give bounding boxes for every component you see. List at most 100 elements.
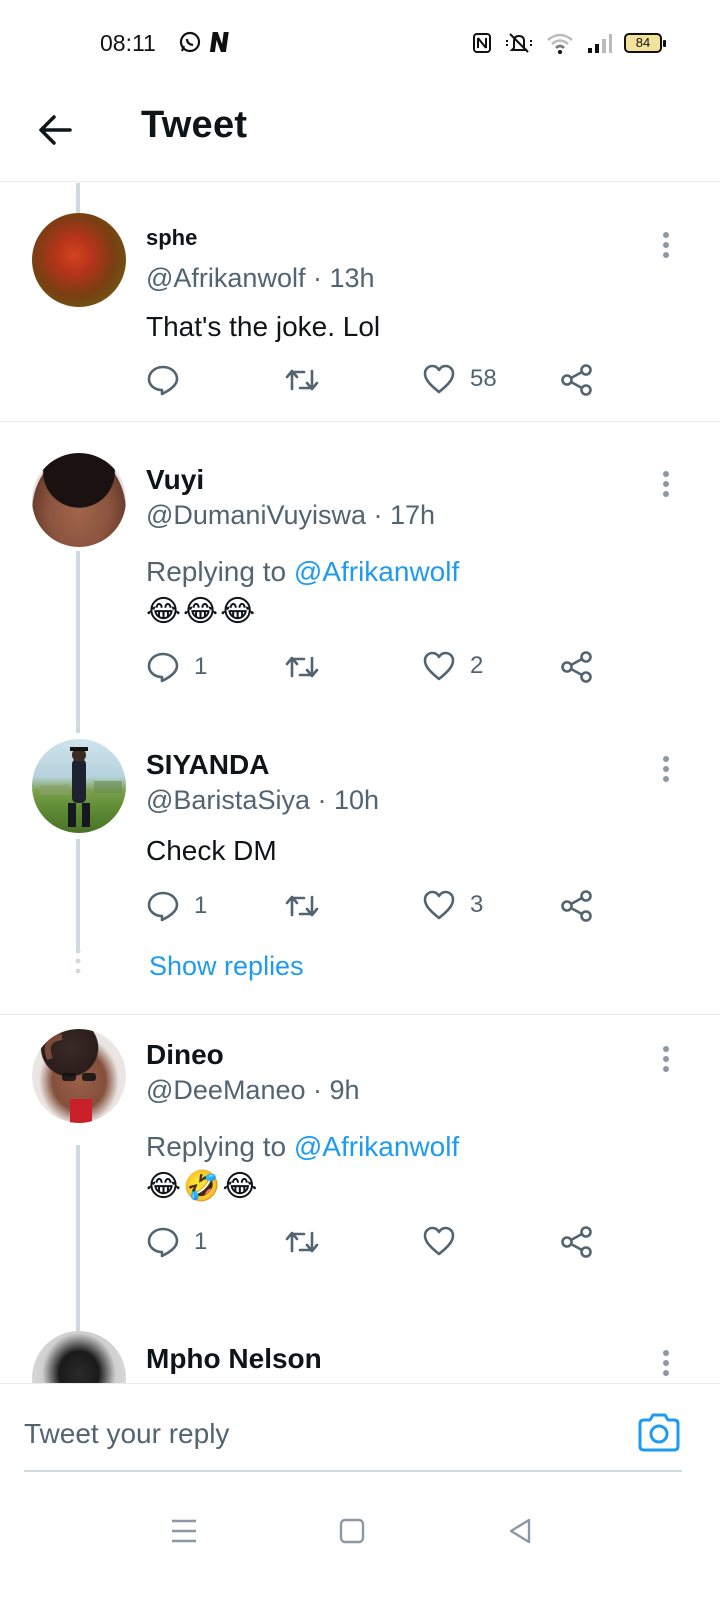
reply-input-underline xyxy=(24,1470,682,1472)
tweet-time: · 10h xyxy=(317,785,380,815)
retweet-icon xyxy=(285,656,319,678)
tweet-actions: 1 2 xyxy=(146,650,616,690)
share-button[interactable] xyxy=(560,650,594,684)
like-button[interactable]: 2 xyxy=(422,650,483,682)
more-vertical-icon xyxy=(663,1046,669,1072)
camera-button[interactable] xyxy=(636,1410,682,1456)
tweet-item[interactable]: SIYANDA @BaristaSiya · 10h Check DM 1 3 xyxy=(0,709,720,1014)
tweet-meta: @DumaniVuyiswa · 17h xyxy=(146,500,435,531)
reply-composer xyxy=(0,1383,720,1483)
nfc-icon xyxy=(473,33,491,53)
share-button[interactable] xyxy=(560,889,594,923)
reply-input[interactable] xyxy=(24,1406,604,1462)
battery-icon: 84 xyxy=(624,33,666,53)
nav-menu-button[interactable] xyxy=(164,1511,204,1551)
retweet-icon xyxy=(285,1231,319,1253)
tweet-handle[interactable]: @DeeManeo xyxy=(146,1075,306,1105)
more-vertical-icon xyxy=(663,756,669,782)
tweet-meta: @Afrikanwolf · 13h xyxy=(146,263,375,294)
reply-button[interactable] xyxy=(146,363,194,397)
retweet-icon xyxy=(285,369,319,391)
tweet-item[interactable]: sphe @Afrikanwolf · 13h That's the joke.… xyxy=(0,183,720,421)
tweet-author-name[interactable]: SIYANDA xyxy=(146,749,269,781)
app-header: Tweet xyxy=(0,92,720,182)
reply-count: 1 xyxy=(194,653,208,680)
like-count: 58 xyxy=(470,365,497,392)
avatar[interactable] xyxy=(32,1029,126,1123)
tweet-author-name[interactable]: Vuyi xyxy=(146,464,204,496)
tweet-text: Check DM xyxy=(146,835,277,866)
more-vertical-icon xyxy=(663,471,669,497)
share-icon xyxy=(561,1226,592,1258)
show-replies-link[interactable]: Show replies xyxy=(149,951,304,982)
tweet-handle[interactable]: @DumaniVuyiswa xyxy=(146,500,366,530)
like-count: 2 xyxy=(470,652,484,679)
more-options-button[interactable] xyxy=(652,225,680,265)
more-vertical-icon xyxy=(663,1350,669,1376)
tweet-author-name[interactable]: sphe xyxy=(146,225,197,251)
tweet-time: · 9h xyxy=(313,1075,360,1105)
more-options-button[interactable] xyxy=(652,1039,680,1079)
triangle-back-icon xyxy=(509,1518,531,1544)
reply-button[interactable]: 1 xyxy=(146,889,207,923)
retweet-button[interactable] xyxy=(284,363,320,397)
share-button[interactable] xyxy=(560,363,594,397)
more-options-button[interactable] xyxy=(652,1343,680,1383)
nav-home-button[interactable] xyxy=(332,1511,372,1551)
arrow-left-icon xyxy=(39,115,72,145)
status-bar: 08:11 84 xyxy=(0,0,720,92)
comment-icon xyxy=(147,891,179,922)
like-button[interactable]: 58 xyxy=(422,363,497,395)
back-button[interactable] xyxy=(36,110,76,150)
heart-icon xyxy=(423,364,455,394)
like-button[interactable]: 3 xyxy=(422,889,483,921)
netflix-icon xyxy=(210,32,229,52)
camera-icon xyxy=(638,1413,680,1452)
share-icon xyxy=(561,651,592,683)
reply-button[interactable]: 1 xyxy=(146,650,207,684)
avatar[interactable] xyxy=(32,739,126,833)
avatar[interactable] xyxy=(32,1331,126,1383)
replying-to-mention[interactable]: @Afrikanwolf xyxy=(294,556,459,587)
tweet-item[interactable]: Vuyi @DumaniVuyiswa · 17h Replying to @A… xyxy=(0,422,720,709)
comment-icon xyxy=(147,365,179,396)
more-options-button[interactable] xyxy=(652,749,680,789)
like-button[interactable] xyxy=(422,1225,470,1257)
more-vertical-icon xyxy=(663,232,669,258)
tweet-time: · 17h xyxy=(373,500,436,530)
status-system-icons: 84 xyxy=(472,32,666,54)
replying-to-label: Replying to xyxy=(146,1131,287,1162)
reply-count: 1 xyxy=(194,1228,208,1255)
reply-count: 1 xyxy=(194,892,208,919)
more-options-button[interactable] xyxy=(652,464,680,504)
retweet-button[interactable] xyxy=(284,889,320,923)
tweet-text: 😂😂😂 xyxy=(146,595,258,628)
page-title: Tweet xyxy=(141,104,248,146)
thread-continuation-dots xyxy=(75,948,81,974)
comment-icon xyxy=(147,652,179,683)
tweet-item[interactable]: Dineo @DeeManeo · 9h Replying to @Afrika… xyxy=(0,1015,720,1305)
tweet-item[interactable]: Mpho Nelson xyxy=(0,1305,720,1383)
tweet-author-name[interactable]: Mpho Nelson xyxy=(146,1343,322,1375)
status-time: 08:11 xyxy=(100,30,156,56)
share-button[interactable] xyxy=(560,1225,594,1259)
reply-button[interactable]: 1 xyxy=(146,1225,207,1259)
system-nav-bar xyxy=(0,1483,720,1600)
nav-back-button[interactable] xyxy=(500,1511,540,1551)
retweet-button[interactable] xyxy=(284,650,320,684)
tweet-text: 😂🤣😂 xyxy=(146,1170,260,1203)
tweet-meta: @DeeManeo · 9h xyxy=(146,1075,360,1106)
tweet-author-name[interactable]: Dineo xyxy=(146,1039,224,1071)
tweet-handle[interactable]: @Afrikanwolf xyxy=(146,263,305,293)
tweet-handle[interactable]: @BaristaSiya xyxy=(146,785,310,815)
avatar[interactable] xyxy=(32,213,126,307)
retweet-button[interactable] xyxy=(284,1225,320,1259)
replying-to-label: Replying to xyxy=(146,556,287,587)
replies-feed[interactable]: sphe @Afrikanwolf · 13h That's the joke.… xyxy=(0,183,720,1383)
replying-to-mention[interactable]: @Afrikanwolf xyxy=(294,1131,459,1162)
share-icon xyxy=(561,364,592,396)
heart-icon xyxy=(423,651,455,681)
signal-icon xyxy=(588,34,612,53)
tweet-time: · 13h xyxy=(312,263,375,293)
avatar[interactable] xyxy=(32,453,126,547)
